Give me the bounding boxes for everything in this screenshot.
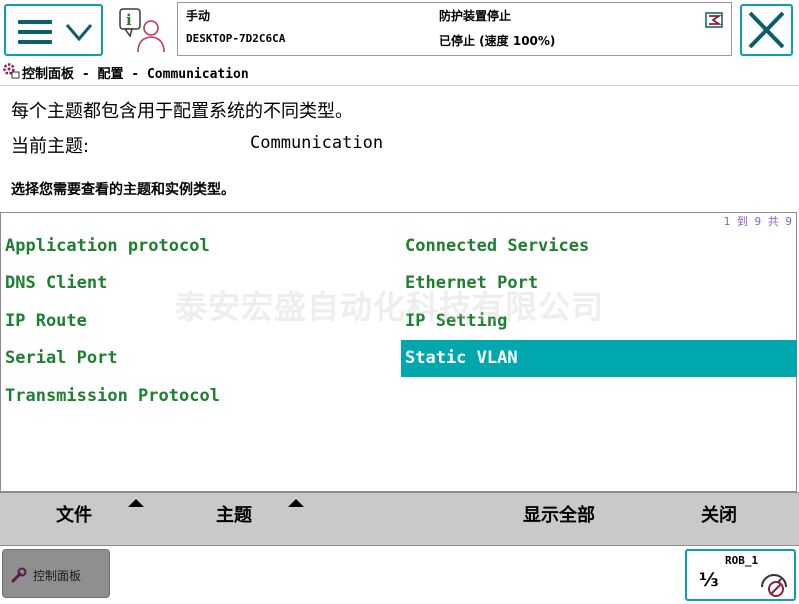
control-panel-task-label: 控制面板	[33, 569, 82, 583]
main-menu-button[interactable]	[4, 4, 103, 56]
hamburger-icon	[18, 20, 52, 44]
system-name: DESKTOP-7D2C6CA	[186, 32, 286, 45]
file-menu-button[interactable]: 文件	[0, 493, 158, 545]
close-button[interactable]: 关闭	[640, 493, 798, 545]
taskbar: 控制面板 ROB_1 ⅓	[0, 546, 799, 604]
show-all-label: 显示全部	[523, 505, 595, 526]
menu-up-arrow-icon	[128, 499, 144, 507]
breadcrumb: 控制面板 - 配置 - Communication	[0, 58, 799, 86]
chevron-down-icon	[65, 24, 93, 42]
list-item-application-protocol[interactable]: Application protocol	[1, 228, 399, 264]
list-item-ip-setting[interactable]: IP Setting	[401, 303, 797, 339]
robot-speed-icon	[761, 574, 787, 597]
control-panel-icon	[3, 63, 20, 79]
mode-status: 手动	[186, 9, 211, 23]
current-topic-value: Communication	[250, 133, 384, 153]
event-log-icon	[705, 12, 723, 28]
robot-name: ROB_1	[725, 554, 759, 567]
quickset-button[interactable]: ROB_1 ⅓	[685, 549, 796, 601]
topic-type-list[interactable]: 1 到 9 共 9 Application protocol Connected…	[0, 212, 797, 492]
list-item-ethernet-port[interactable]: Ethernet Port	[401, 265, 797, 301]
list-item-static-vlan[interactable]: Static VLAN	[401, 340, 797, 377]
description-text: 每个主题都包含用于配置系统的不同类型。	[11, 101, 353, 122]
operator-info-icon[interactable]: i	[117, 6, 167, 54]
safety-status: 防护装置停止	[439, 9, 512, 23]
show-all-button[interactable]: 显示全部	[480, 493, 638, 545]
breadcrumb-text: 控制面板 - 配置 - Communication	[22, 67, 249, 82]
list-item-transmission-protocol[interactable]: Transmission Protocol	[1, 378, 399, 414]
topic-menu-button[interactable]: 主题	[160, 493, 318, 545]
list-item-serial-port[interactable]: Serial Port	[1, 340, 399, 376]
info-section: 每个主题都包含用于配置系统的不同类型。 当前主题: Communication …	[0, 87, 799, 212]
task-fraction: ⅓	[699, 569, 719, 591]
close-icon	[748, 11, 785, 49]
close-label: 关闭	[701, 505, 737, 526]
status-panel[interactable]: 手动 DESKTOP-7D2C6CA 防护装置停止 已停止 (速度 100%)	[177, 2, 732, 56]
instruction-text: 选择您需要查看的主题和实例类型。	[11, 182, 235, 198]
list-item-connected-services[interactable]: Connected Services	[401, 228, 797, 264]
top-bar: i 手动 DESKTOP-7D2C6CA 防护装置停止 已停止 (速度 100%…	[0, 0, 799, 58]
file-menu-label: 文件	[56, 505, 92, 526]
topic-menu-label: 主题	[216, 505, 252, 526]
control-panel-task-button[interactable]: 控制面板	[2, 549, 110, 598]
close-window-button[interactable]	[740, 4, 793, 56]
list-item-ip-route[interactable]: IP Route	[1, 303, 399, 339]
run-status: 已停止 (速度 100%)	[439, 34, 556, 48]
current-topic-label: 当前主题:	[11, 136, 90, 157]
wrench-icon	[11, 567, 27, 583]
bottom-toolbar: 文件 主题 显示全部 关闭	[0, 492, 799, 546]
menu-up-arrow-icon	[288, 499, 304, 507]
pager-text: 1 到 9 共 9	[723, 215, 792, 228]
list-item-dns-client[interactable]: DNS Client	[1, 265, 399, 301]
svg-text:i: i	[126, 11, 132, 29]
